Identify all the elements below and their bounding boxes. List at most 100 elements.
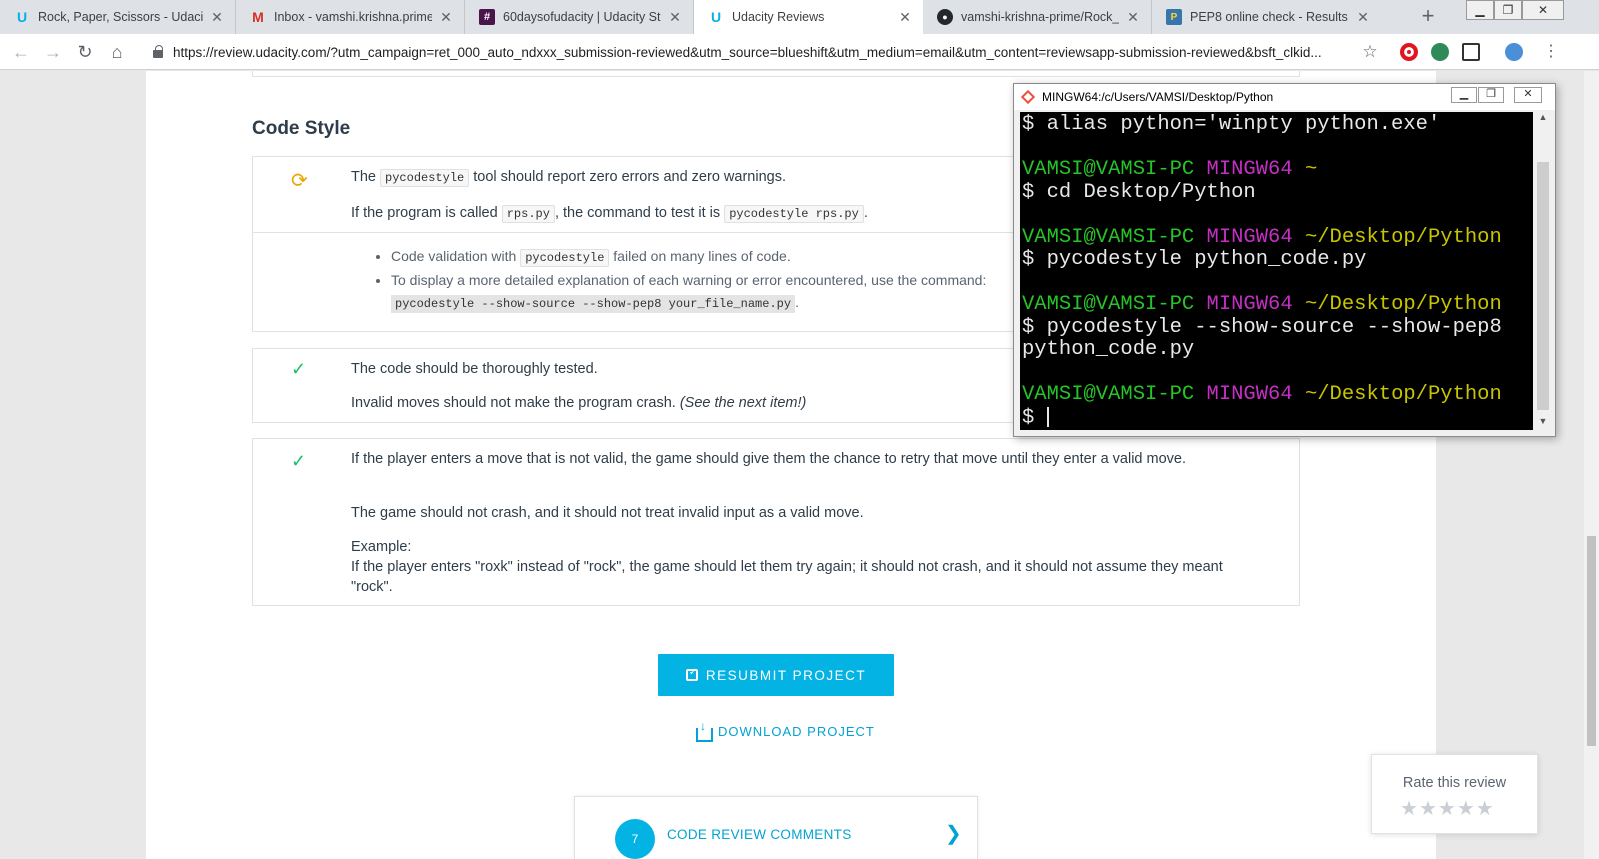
text: To display a more detailed explanation o…: [391, 272, 987, 288]
github-icon: ●: [937, 9, 953, 25]
tab-strip: U Rock, Paper, Scissors - Udacity ✕ M In…: [0, 0, 1599, 34]
text: If the program is called: [351, 205, 502, 221]
close-icon[interactable]: ✕: [897, 9, 913, 26]
terminal-output[interactable]: $ alias python='winpty python.exe' VAMSI@…: [1020, 112, 1533, 430]
text: , the command to test it is: [554, 205, 725, 221]
address-bar[interactable]: https://review.udacity.com/?utm_campaign…: [143, 38, 1403, 66]
rubric-example: Example: If the player enters "roxk" inst…: [351, 537, 1259, 597]
git-bash-icon: [1021, 90, 1035, 104]
terminal-line: $: [1022, 406, 1531, 430]
star-icon[interactable]: ★: [1476, 798, 1495, 820]
terminal-text: VAMSI@VAMSI-PC: [1022, 225, 1207, 249]
minimize-icon[interactable]: ▁: [1466, 0, 1494, 20]
profile-avatar-icon[interactable]: [1505, 43, 1523, 61]
lock-icon: [153, 45, 163, 58]
inline-code: pycodestyle rps.py: [724, 205, 864, 223]
close-icon[interactable]: ✕: [1514, 87, 1542, 103]
terminal-text: ~/Desktop/Python: [1304, 293, 1502, 316]
window-extension-icon[interactable]: [1462, 43, 1480, 61]
text: If the player enters "roxk" instead of "…: [351, 559, 1223, 595]
tab-gmail-inbox[interactable]: M Inbox - vamshi.krishna.prime@g ✕: [236, 0, 465, 34]
page-scrollbar[interactable]: [1584, 71, 1599, 859]
scrollbar-thumb[interactable]: [1537, 162, 1549, 410]
star-rating[interactable]: ★★★★★: [1400, 796, 1495, 821]
rate-review-widget: Rate this review ★★★★★: [1371, 754, 1538, 834]
text: .: [795, 294, 799, 310]
star-icon[interactable]: ★: [1400, 798, 1419, 820]
star-icon[interactable]: ★: [1457, 798, 1476, 820]
menu-icon[interactable]: ⋮: [1540, 41, 1562, 63]
terminal-text: VAMSI@VAMSI-PC: [1022, 383, 1207, 406]
text-cursor: [1046, 406, 1049, 427]
terminal-text: MINGW64: [1206, 293, 1305, 316]
terminal-text: VAMSI@VAMSI-PC: [1022, 293, 1207, 316]
scroll-down-icon[interactable]: ▼: [1535, 416, 1551, 430]
terminal-line: VAMSI@VAMSI-PC MINGW64 ~/Desktop/Python: [1022, 293, 1531, 317]
tab-rock-paper-scissors[interactable]: U Rock, Paper, Scissors - Udacity ✕: [0, 0, 236, 34]
section-title: Code Style: [252, 118, 351, 139]
inline-code: pycodestyle: [520, 249, 610, 267]
code-review-comments-panel[interactable]: 7 CODE REVIEW COMMENTS ❯: [574, 796, 978, 859]
minimize-icon[interactable]: ▁: [1451, 87, 1477, 103]
text: .: [863, 205, 868, 221]
star-icon[interactable]: ★: [1438, 798, 1457, 820]
gmail-icon: M: [252, 9, 264, 25]
slack-icon: #: [479, 9, 495, 25]
bookmark-star-icon[interactable]: ☆: [1359, 41, 1381, 63]
tab-slack[interactable]: # 60daysofudacity | Udacity Stude ✕: [465, 0, 694, 34]
rate-label: Rate this review: [1402, 775, 1507, 791]
link-label: DOWNLOAD PROJECT: [718, 724, 875, 739]
terminal-title: MINGW64:/c/Users/VAMSI/Desktop/Python: [1042, 90, 1274, 104]
terminal-title-bar[interactable]: MINGW64:/c/Users/VAMSI/Desktop/Python ▁ …: [1014, 84, 1555, 110]
back-icon[interactable]: ←: [10, 41, 32, 63]
comment-list: Code validation with pycodestyle failed …: [391, 245, 986, 315]
download-project-link[interactable]: ↓ DOWNLOAD PROJECT: [696, 719, 875, 742]
forward-icon[interactable]: →: [42, 41, 64, 63]
close-window-icon[interactable]: ✕: [1522, 0, 1564, 20]
close-icon[interactable]: ✕: [1125, 9, 1141, 26]
check-icon: ✓: [291, 359, 307, 379]
terminal-text: VAMSI@VAMSI-PC: [1022, 158, 1207, 181]
globe-extension-icon[interactable]: [1431, 43, 1449, 61]
terminal-line: $ pycodestyle python_code.py: [1022, 248, 1531, 272]
terminal-line: $ alias python='winpty python.exe': [1022, 113, 1531, 137]
home-icon[interactable]: ⌂: [106, 41, 128, 63]
scrollbar-thumb[interactable]: [1587, 536, 1596, 746]
tab-title: PEP8 online check - Results: [1190, 10, 1348, 24]
terminal-scrollbar[interactable]: ▲ ▼: [1535, 112, 1551, 430]
close-icon[interactable]: ✕: [1355, 9, 1371, 26]
opera-extension-icon[interactable]: [1400, 43, 1418, 61]
maximize-icon[interactable]: ❐: [1478, 87, 1504, 103]
inline-code: pycodestyle: [380, 169, 470, 187]
tab-udacity-reviews[interactable]: U Udacity Reviews ✕: [694, 0, 923, 34]
tab-github[interactable]: ● vamshi-krishna-prime/Rock_Pap ✕: [923, 0, 1152, 34]
terminal-line: python_code.py: [1022, 338, 1531, 362]
url-text: https://review.udacity.com/?utm_campaign…: [173, 44, 1322, 60]
close-icon[interactable]: ✕: [209, 9, 225, 26]
text: Example:: [351, 539, 412, 555]
new-tab-button[interactable]: +: [1415, 4, 1441, 30]
resubmit-project-button[interactable]: ✓ RESUBMIT PROJECT: [658, 654, 894, 696]
scroll-up-icon[interactable]: ▲: [1535, 112, 1551, 126]
comment-bullet: To display a more detailed explanation o…: [391, 269, 986, 315]
close-icon[interactable]: ✕: [438, 9, 454, 26]
inline-code: rps.py: [501, 205, 555, 223]
rubric-spec-detail: The game should not crash, and it should…: [351, 505, 864, 521]
rubric-spec: If the player enters a move that is not …: [351, 451, 1187, 467]
tab-title: 60daysofudacity | Udacity Stude: [503, 10, 661, 24]
rubric-item-invalid-input: ✓ If the player enters a move that is no…: [252, 438, 1300, 606]
comment-count-badge: 7: [615, 819, 655, 859]
reload-icon[interactable]: ↻: [74, 41, 96, 63]
text: tool should report zero errors and zero …: [469, 169, 786, 185]
tab-pep8-check[interactable]: P PEP8 online check - Results ✕: [1152, 0, 1381, 34]
comment-bullet: Code validation with pycodestyle failed …: [391, 245, 986, 269]
terminal-text: ~: [1304, 158, 1318, 181]
close-icon[interactable]: ✕: [667, 9, 683, 26]
button-label: RESUBMIT PROJECT: [705, 667, 867, 683]
udacity-icon: U: [16, 9, 28, 25]
restore-icon[interactable]: ❐: [1494, 0, 1522, 20]
terminal-window[interactable]: MINGW64:/c/Users/VAMSI/Desktop/Python ▁ …: [1013, 83, 1556, 437]
star-icon[interactable]: ★: [1419, 798, 1438, 820]
terminal-text: python_code.py: [1022, 338, 1195, 361]
